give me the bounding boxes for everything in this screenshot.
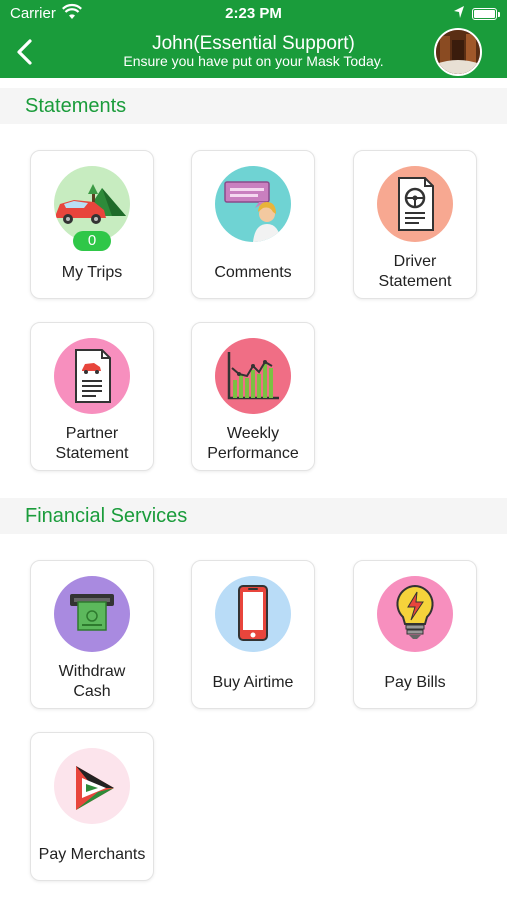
section-statements: Statements — [0, 88, 507, 124]
comments-icon — [215, 166, 291, 242]
tile-label-withdraw-cash: Withdraw Cash — [31, 662, 153, 702]
tile-buy-airtime[interactable]: Buy Airtime — [191, 560, 315, 709]
section-financial-services: Financial Services — [0, 498, 507, 534]
mobile-phone-icon — [215, 576, 291, 652]
tile-pay-bills[interactable]: Pay Bills — [353, 560, 477, 709]
section-title-financial: Financial Services — [25, 505, 188, 527]
battery-tip — [498, 12, 500, 17]
trips-count-badge: 0 — [73, 231, 111, 251]
lightbulb-bills-icon — [377, 576, 453, 652]
label-line: Statement — [55, 445, 129, 462]
status-time: 2:23 PM — [225, 5, 282, 22]
tile-driver-statement[interactable]: Driver Statement — [353, 150, 477, 299]
tile-label-pay-bills: Pay Bills — [384, 674, 446, 691]
withdraw-cash-icon — [54, 576, 130, 652]
header-title: John(Essential Support) — [152, 33, 355, 54]
label-line: Weekly — [226, 425, 280, 442]
partner-statement-icon — [54, 338, 130, 414]
tile-label-weekly-performance: Weekly Performance — [192, 424, 314, 464]
app-header: John(Essential Support) Ensure you have … — [0, 28, 507, 78]
driver-statement-icon — [377, 166, 453, 242]
label-line: Statement — [378, 273, 452, 290]
tile-partner-statement[interactable]: Partner Statement — [30, 322, 154, 471]
tile-label-buy-airtime: Buy Airtime — [212, 674, 294, 691]
tile-comments[interactable]: Comments — [191, 150, 315, 299]
tile-label-comments: Comments — [214, 264, 292, 281]
label-line: Cash — [73, 683, 111, 700]
label-line: Driver — [393, 253, 437, 270]
tile-label-my-trips: My Trips — [61, 264, 123, 281]
label-line: Partner — [65, 425, 119, 442]
status-bar: Carrier 2:23 PM — [0, 0, 507, 28]
performance-chart-icon — [215, 338, 291, 414]
section-title-statements: Statements — [25, 95, 127, 117]
tile-label-pay-merchants: Pay Merchants — [38, 846, 146, 863]
label-line: Withdraw — [58, 663, 126, 680]
tile-withdraw-cash[interactable]: Withdraw Cash — [30, 560, 154, 709]
avatar[interactable] — [434, 28, 482, 76]
battery-icon — [472, 8, 497, 20]
tile-label-driver-statement: Driver Statement — [354, 252, 476, 292]
tile-weekly-performance[interactable]: Weekly Performance — [191, 322, 315, 471]
tile-pay-merchants[interactable]: Pay Merchants — [30, 732, 154, 881]
tile-my-trips[interactable]: 0 My Trips — [30, 150, 154, 299]
tile-label-partner-statement: Partner Statement — [31, 424, 153, 464]
pay-merchants-icon — [54, 748, 130, 824]
header-subtitle: Ensure you have put on your Mask Today. — [123, 53, 384, 69]
label-line: Performance — [207, 445, 299, 462]
location-icon — [453, 5, 465, 23]
